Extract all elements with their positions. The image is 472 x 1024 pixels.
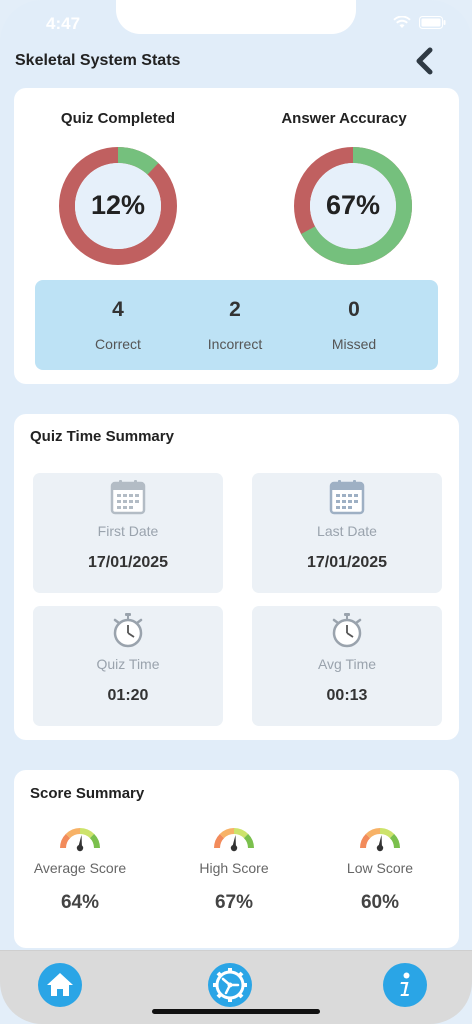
average-score-item: Average Score 64%: [15, 818, 145, 914]
score-summary-card: Score Summary Average Score 64% High Sco…: [14, 770, 459, 948]
low-score-value: 60%: [360, 892, 400, 913]
last-date-label: Last Date: [317, 523, 377, 539]
low-score-label: Low Score: [346, 860, 414, 876]
avg-time-value: 00:13: [326, 687, 368, 704]
header: Skeletal System Stats: [0, 44, 472, 80]
stat-missed-label: Missed: [331, 336, 377, 352]
first-date-label: First Date: [97, 523, 159, 539]
back-button[interactable]: [412, 46, 438, 76]
quiz-time-summary-title: Quiz Time Summary: [30, 428, 174, 445]
high-score-value: 67%: [214, 892, 254, 913]
quiz-time-value: 01:20: [107, 687, 149, 704]
stat-missed-value: 0: [348, 298, 360, 321]
home-tab-button[interactable]: [38, 963, 82, 1007]
wifi-icon: [393, 16, 411, 28]
stopwatch-icon: [113, 613, 143, 648]
first-date-value: 17/01/2025: [87, 554, 169, 571]
last-date-tile: Last Date 17/01/2025: [252, 473, 442, 593]
last-date-value: 17/01/2025: [306, 554, 388, 571]
stat-incorrect: 2 Incorrect: [175, 298, 295, 352]
quiz-completed-title: Quiz Completed: [60, 110, 176, 127]
status-icons: [393, 16, 446, 29]
average-score-value: 64%: [60, 892, 100, 913]
avg-time-label: Avg Time: [317, 656, 377, 672]
stat-correct-label: Correct: [95, 336, 141, 352]
home-icon: [47, 973, 73, 996]
stat-incorrect-value: 2: [229, 298, 241, 321]
answer-stats-box: 4 Correct 2 Incorrect 0 Missed: [35, 280, 438, 370]
calendar-icon: [329, 480, 365, 515]
phone-screen: 4:47 Skeletal System Stats Quiz Complete…: [0, 0, 472, 1024]
stat-correct: 4 Correct: [58, 298, 178, 352]
stopwatch-icon: [332, 613, 362, 648]
home-indicator: [152, 1009, 320, 1014]
average-score-label: Average Score: [33, 860, 127, 876]
high-score-label: High Score: [199, 860, 269, 876]
gauge-icon: [214, 828, 254, 852]
stat-incorrect-label: Incorrect: [207, 336, 263, 352]
page-title: Skeletal System Stats: [15, 52, 181, 69]
settings-tab-button[interactable]: [208, 963, 252, 1007]
stat-missed: 0 Missed: [294, 298, 414, 352]
status-bar: 4:47: [0, 0, 472, 44]
answer-accuracy-percent: 67%: [325, 190, 381, 220]
score-summary-title: Score Summary: [30, 785, 145, 802]
gauge-icon: [360, 828, 400, 852]
high-score-item: High Score 67%: [169, 818, 299, 914]
answer-accuracy-title: Answer Accuracy: [281, 110, 407, 127]
status-time: 4:47: [46, 14, 81, 33]
calendar-icon: [110, 480, 146, 515]
low-score-item: Low Score 60%: [315, 818, 445, 914]
battery-icon: [419, 16, 446, 29]
settings-gear-icon: [213, 968, 247, 1002]
info-tab-button[interactable]: [383, 963, 427, 1007]
gauge-icon: [60, 828, 100, 852]
notch: [116, 0, 356, 34]
chevron-left-icon: [416, 47, 433, 75]
quiz-time-summary-card: Quiz Time Summary First Date 17/01/2025: [14, 414, 459, 740]
quiz-time-tile: Quiz Time 01:20: [33, 606, 223, 726]
quiz-completed-percent: 12%: [90, 190, 146, 220]
quiz-time-label: Quiz Time: [96, 656, 160, 672]
first-date-tile: First Date 17/01/2025: [33, 473, 223, 593]
info-icon: [400, 972, 410, 996]
overview-card: Quiz Completed 12% Answer Accuracy 67% 4…: [14, 88, 459, 384]
stat-correct-value: 4: [112, 298, 124, 321]
avg-time-tile: Avg Time 00:13: [252, 606, 442, 726]
